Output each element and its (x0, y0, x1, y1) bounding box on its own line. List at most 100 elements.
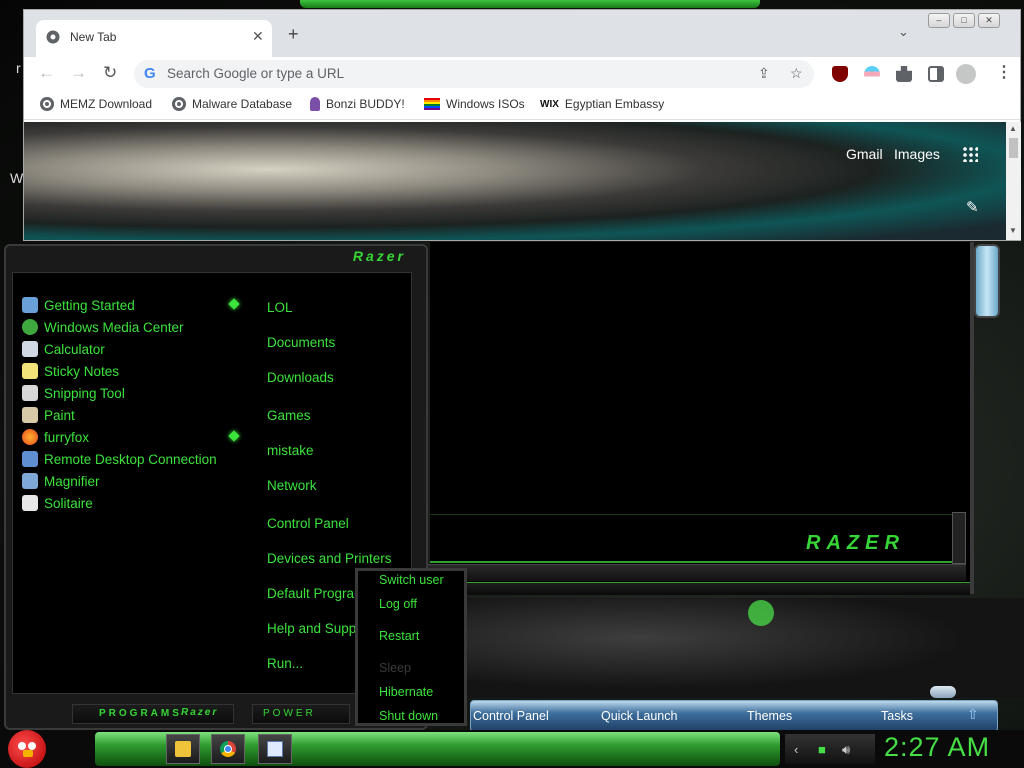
tab-search-chevron-icon[interactable]: ⌄ (898, 24, 909, 40)
dock-item-quick-launch[interactable]: Quick Launch (601, 709, 677, 723)
program-remote-desktop-connection[interactable]: Remote Desktop Connection (22, 448, 217, 470)
all-programs-button[interactable]: PROGRAMS Razer (72, 704, 234, 724)
menu-item-log-off[interactable]: Log off (379, 597, 417, 611)
sticky-notes-icon (22, 363, 38, 379)
background-window-scrollbar[interactable] (952, 512, 966, 564)
ublock-extension-icon[interactable] (832, 66, 848, 82)
bookmark-label: MEMZ Download (60, 97, 153, 111)
program-magnifier[interactable]: Magnifier (22, 470, 217, 492)
program-label: Snipping Tool (44, 385, 125, 401)
dock-handle[interactable] (930, 686, 956, 698)
scroll-down-icon[interactable]: ▼ (1009, 226, 1017, 235)
google-g-icon: G (144, 65, 156, 82)
show-hidden-icons-chevron-icon[interactable]: ‹ (794, 742, 798, 757)
program-windows-media-center[interactable]: Windows Media Center (22, 316, 217, 338)
place-lol[interactable]: LOL (267, 300, 293, 315)
bookmark-windows-isos[interactable]: Windows ISOs (424, 97, 525, 111)
program-paint[interactable]: Paint (22, 404, 217, 426)
menu-item-shut-down[interactable]: Shut down (379, 709, 438, 723)
bookmark-star-icon[interactable]: ☆ (790, 65, 803, 82)
menu-kebab-icon[interactable]: ⋮ (996, 62, 1012, 82)
menu-item-switch-user[interactable]: Switch user (379, 573, 444, 587)
place-run[interactable]: Run... (267, 656, 303, 671)
close-button[interactable]: ✕ (978, 13, 1000, 28)
power-submenu: Switch user Log off Restart Sleep Hibern… (355, 568, 467, 726)
start-button[interactable] (8, 730, 46, 768)
side-panel-icon[interactable] (928, 66, 944, 82)
scroll-up-icon[interactable]: ▲ (1009, 124, 1017, 133)
angry-bird-beak-icon (23, 750, 33, 757)
images-link[interactable]: Images (894, 146, 940, 162)
taskbar-document-button[interactable] (258, 734, 292, 764)
scrollbar-thumb[interactable] (1009, 138, 1018, 158)
new-tab-icon[interactable]: + (288, 24, 299, 45)
desktop-icon-label-fragment: W (10, 170, 24, 186)
program-snipping-tool[interactable]: Snipping Tool (22, 382, 217, 404)
program-label: Calculator (44, 341, 105, 357)
menu-item-restart[interactable]: Restart (379, 629, 419, 643)
bookmark-bonzi-buddy[interactable]: Bonzi BUDDY! (310, 97, 405, 111)
razer-logo: Razer (181, 707, 219, 718)
maximize-button[interactable]: □ (953, 13, 975, 28)
place-mistake[interactable]: mistake (267, 443, 314, 458)
program-furryfox[interactable]: furryfox (22, 426, 240, 448)
bonzi-icon (310, 97, 320, 111)
place-downloads[interactable]: Downloads (267, 370, 334, 385)
media-center-icon (22, 319, 38, 335)
taskbar-explorer-button[interactable] (166, 734, 200, 764)
power-button[interactable]: POWER (252, 704, 350, 724)
share-icon[interactable]: ⇪ (758, 65, 770, 82)
razer-logo: Razer (352, 248, 406, 264)
program-getting-started[interactable]: Getting Started (22, 294, 240, 316)
volume-speaker-icon[interactable]: 🔊︎ (842, 742, 850, 758)
forward-arrow-icon[interactable]: → (70, 63, 87, 83)
bookmark-memz[interactable]: MEMZ Download (40, 97, 152, 111)
address-bar[interactable]: G Search Google or type a URL ⇪ ☆ (134, 60, 814, 88)
wallpaper-art (430, 598, 1024, 698)
dock-item-tasks[interactable]: Tasks (881, 709, 913, 723)
page-scrollbar[interactable]: ▲ ▼ (1006, 122, 1021, 240)
address-placeholder: Search Google or type a URL (167, 66, 345, 81)
place-devices-and-printers[interactable]: Devices and Printers (267, 551, 392, 566)
reload-icon[interactable]: ↻ (103, 63, 117, 83)
place-network[interactable]: Network (267, 478, 317, 493)
bookmark-label: Windows ISOs (446, 97, 525, 111)
remote-desktop-icon (22, 451, 38, 467)
program-label: furryfox (44, 429, 90, 445)
dock-up-arrow-icon[interactable]: ⇧ (967, 706, 979, 723)
back-arrow-icon[interactable]: ← (38, 63, 55, 83)
taskbar-chrome-button[interactable] (211, 734, 245, 764)
menu-item-hibernate[interactable]: Hibernate (379, 685, 433, 699)
google-apps-grid-icon[interactable] (962, 146, 978, 162)
all-programs-label: PROGRAMS (99, 708, 182, 719)
program-label: Magnifier (44, 473, 100, 489)
program-label: Solitaire (44, 495, 93, 511)
side-ornament (974, 244, 1000, 318)
trans-flag-extension-icon[interactable] (864, 66, 880, 82)
background-window: RAZER (426, 242, 974, 595)
tab-close-icon[interactable]: ✕ (252, 28, 264, 45)
program-solitaire[interactable]: Solitaire (22, 492, 217, 514)
gmail-link[interactable]: Gmail (846, 146, 883, 162)
dock-item-themes[interactable]: Themes (747, 709, 792, 723)
place-games[interactable]: Games (267, 408, 311, 423)
paint-icon (22, 407, 38, 423)
taskbar-clock[interactable]: 2:27 AM (884, 732, 990, 763)
program-sticky-notes[interactable]: Sticky Notes (22, 360, 217, 382)
minimize-button[interactable]: – (928, 13, 950, 28)
profile-avatar-icon[interactable] (956, 64, 976, 84)
browser-toolbar: ← → ↻ G Search Google or type a URL ⇪ ☆ … (24, 57, 1020, 91)
extensions-puzzle-icon[interactable] (896, 66, 912, 82)
rocket-dock: Control Panel Quick Launch Themes Tasks … (470, 700, 998, 732)
network-monitor-icon[interactable]: ■ (818, 742, 826, 757)
customize-pencil-icon[interactable]: ✎ (966, 198, 979, 216)
place-documents[interactable]: Documents (267, 335, 335, 350)
place-control-panel[interactable]: Control Panel (267, 516, 349, 531)
bookmark-egyptian-embassy[interactable]: WIX Egyptian Embassy (540, 97, 664, 111)
dock-item-control-panel[interactable]: Control Panel (473, 709, 549, 723)
tab-new-tab[interactable]: New Tab ✕ (36, 20, 272, 57)
program-calculator[interactable]: Calculator (22, 338, 217, 360)
globe-icon (40, 97, 54, 111)
bookmark-malware-database[interactable]: Malware Database (172, 97, 292, 111)
program-label: Paint (44, 407, 75, 423)
